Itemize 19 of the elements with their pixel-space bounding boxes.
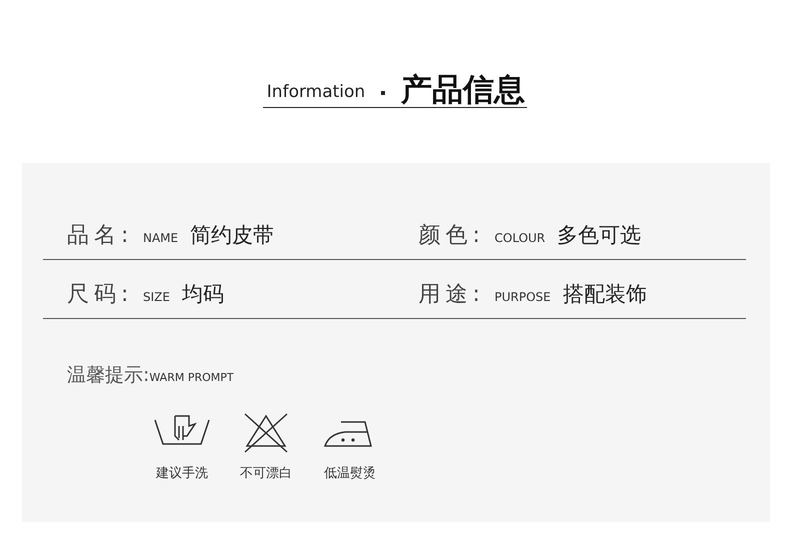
spec-value: 均码 [182,281,224,308]
spec-english-label: SIZE [143,289,170,306]
prompt-label: 温馨提示: [67,363,150,388]
heading-title: 产品信息 [401,75,526,107]
spec-label: 颜色: [418,222,486,250]
spec-label: 尺码: [67,281,134,309]
care-label: 建议手洗 [156,464,208,482]
care-label: 不可漂白 [240,464,292,482]
prompt-english: WARM PROMPT [149,370,234,386]
spec-english-label: NAME [143,230,178,247]
care-label: 低温熨烫 [324,464,376,482]
heading-english: Information [266,80,366,104]
spec-value: 搭配装饰 [562,281,647,308]
spec-english-label: COLOUR [494,230,546,247]
spec-label: 用途: [418,281,486,309]
spec-value: 简约皮带 [190,222,274,249]
spec-value: 多色可选 [557,222,642,249]
spec-english-label: PURPOSE [494,289,551,306]
spec-label: 品名: [67,222,134,250]
